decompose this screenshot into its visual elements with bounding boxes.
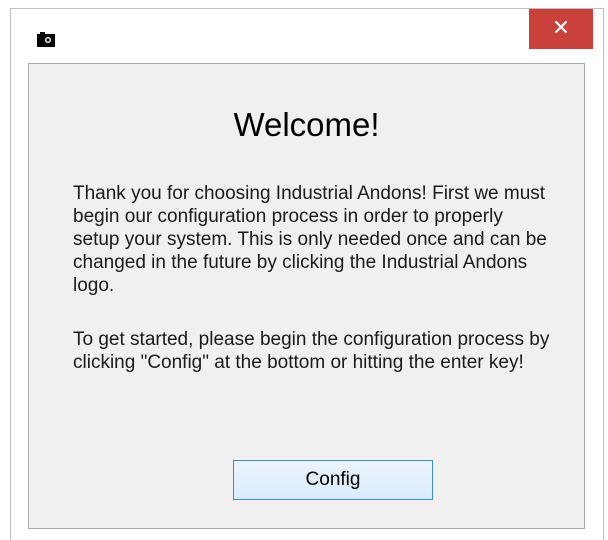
- welcome-dialog-window: Welcome! Thank you for choosing Industri…: [10, 8, 604, 540]
- camera-icon: [37, 31, 55, 47]
- intro-paragraph: Thank you for choosing Industrial Andons…: [73, 183, 547, 296]
- close-icon: [554, 20, 568, 39]
- title-bar[interactable]: [11, 9, 603, 63]
- close-button[interactable]: [529, 9, 593, 49]
- welcome-heading: Welcome!: [233, 106, 380, 143]
- instructions-paragraph: To get started, please begin the configu…: [73, 329, 550, 373]
- dialog-content-panel: Welcome! Thank you for choosing Industri…: [28, 63, 585, 529]
- config-button[interactable]: Config: [233, 460, 433, 500]
